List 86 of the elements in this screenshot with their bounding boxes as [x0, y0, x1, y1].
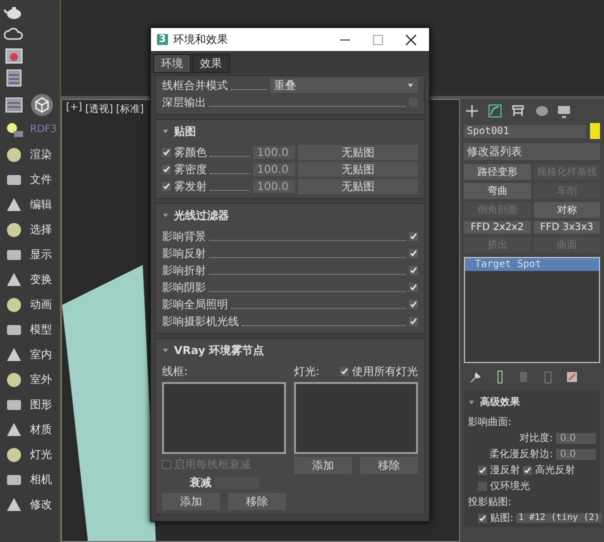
- tool-label[interactable]: 相机: [30, 472, 52, 487]
- section-label: 影响曲面:: [468, 416, 512, 429]
- modifier-list-dropdown[interactable]: 修改器列表: [464, 143, 600, 160]
- checkbox-label[interactable]: 雾密度: [174, 162, 207, 177]
- edit-icon[interactable]: [564, 369, 580, 385]
- viewport-label[interactable]: [标准]: [116, 102, 144, 116]
- checkbox[interactable]: [478, 482, 487, 490]
- tool-label[interactable]: 选择: [30, 222, 52, 237]
- tool-label[interactable]: 修改: [30, 497, 52, 512]
- modifier-button[interactable]: 弯曲: [464, 183, 530, 199]
- tool-label[interactable]: 显示: [30, 247, 52, 262]
- add-button[interactable]: 添加: [162, 493, 220, 510]
- checkbox-label[interactable]: 贴图:: [490, 511, 514, 525]
- checkbox-label[interactable]: 深层输出: [162, 95, 206, 110]
- field-label: 衰减: [190, 475, 212, 490]
- field-label: 对比度:: [520, 432, 553, 445]
- lights-list[interactable]: [294, 382, 418, 454]
- list-label: 灯光:: [294, 364, 320, 379]
- wireframe-list[interactable]: [162, 382, 286, 454]
- brand-label: RDF3: [30, 124, 57, 135]
- section-label: 投影贴图:: [468, 496, 512, 509]
- list-label: 线框:: [162, 364, 189, 379]
- rollout-title[interactable]: 光线过滤器: [174, 208, 229, 223]
- tool-label[interactable]: 模型: [30, 322, 52, 337]
- collapse-icon[interactable]: [162, 347, 169, 354]
- object-name-field[interactable]: Spot001: [464, 124, 586, 138]
- map-button[interactable]: 无贴图: [298, 162, 418, 177]
- checkbox-label[interactable]: 雾发射: [174, 179, 207, 194]
- collapse-icon[interactable]: [468, 398, 475, 406]
- checkbox-label[interactable]: 漫反射: [490, 463, 520, 477]
- checkbox-label[interactable]: 雾颜色: [174, 145, 207, 160]
- tool-label[interactable]: 室外: [30, 372, 52, 387]
- map-button[interactable]: 无贴图: [298, 145, 418, 160]
- add-button[interactable]: 添加: [294, 457, 352, 474]
- field-label: 线框合并模式: [162, 78, 228, 93]
- rollout-title[interactable]: VRay 环境雾节点: [174, 343, 264, 358]
- tool-label[interactable]: 动画: [30, 297, 52, 312]
- tab[interactable]: 环境: [153, 54, 191, 73]
- tool-label[interactable]: 变换: [30, 272, 52, 287]
- hierarchy-icon[interactable]: [510, 103, 526, 119]
- checkbox-label[interactable]: 影响摄影机光线: [162, 314, 239, 329]
- tool-label[interactable]: 图形: [30, 397, 52, 412]
- checkbox-label[interactable]: 影响反射: [162, 246, 206, 261]
- checkbox-label[interactable]: 仅环境光: [490, 479, 530, 493]
- tab[interactable]: 效果: [192, 54, 230, 73]
- collapse-icon[interactable]: [162, 128, 169, 135]
- cube-logo-icon: [30, 92, 54, 116]
- pin-icon[interactable]: [468, 369, 484, 385]
- rollout-title[interactable]: 高级效果: [480, 395, 520, 409]
- viewport-label[interactable]: [+]: [66, 102, 82, 116]
- color-swatch[interactable]: [590, 123, 600, 139]
- viewport-label[interactable]: [透视]: [85, 102, 113, 116]
- modifier-button[interactable]: 对称: [534, 202, 600, 218]
- sphere-icon[interactable]: [533, 103, 549, 119]
- modifier-button[interactable]: FFD 2x2x2: [464, 221, 530, 234]
- picture-icon[interactable]: [4, 46, 24, 66]
- tool-label[interactable]: 文件: [30, 172, 52, 187]
- checkbox-label[interactable]: 影响全局照明: [162, 297, 228, 312]
- checkbox-label[interactable]: 高光反射: [535, 463, 575, 477]
- checkbox-label[interactable]: 影响折射: [162, 263, 206, 278]
- remove-button[interactable]: 移除: [360, 457, 418, 474]
- tool-label[interactable]: 室内: [30, 347, 52, 362]
- curve-icon[interactable]: [487, 103, 503, 119]
- checkbox-label[interactable]: 影响阴影: [162, 280, 206, 295]
- remove-button[interactable]: 移除: [228, 493, 286, 510]
- merge-mode-dropdown[interactable]: 重叠: [270, 78, 418, 93]
- collapse-icon[interactable]: [162, 212, 169, 219]
- tool-label[interactable]: 渲染: [30, 147, 52, 162]
- tool-label[interactable]: 灯光: [30, 447, 52, 462]
- window-title: 环境和效果: [172, 32, 228, 47]
- caret-icon[interactable]: [407, 82, 414, 89]
- calendar-icon[interactable]: [4, 68, 24, 88]
- monitor-icon[interactable]: [556, 103, 572, 119]
- calendar-icon[interactable]: [4, 94, 24, 114]
- map-button[interactable]: 1 #12 (tiny (2): [516, 513, 602, 523]
- checkbox-label[interactable]: 影响背景: [162, 229, 206, 244]
- field-label: 柔化漫反射边:: [490, 448, 553, 461]
- plus-icon[interactable]: [464, 103, 480, 119]
- modifier-button[interactable]: 路径变形: [464, 164, 530, 180]
- modifier-button[interactable]: FFD 3x3x3: [534, 221, 600, 234]
- checkbox-label[interactable]: 使用所有灯光: [352, 364, 418, 379]
- tool-label[interactable]: 编辑: [30, 197, 52, 212]
- rollout-title[interactable]: 贴图: [174, 124, 196, 139]
- app-icon: 3: [157, 34, 168, 45]
- map-button[interactable]: 无贴图: [298, 179, 418, 194]
- tool-label[interactable]: 材质: [30, 422, 52, 437]
